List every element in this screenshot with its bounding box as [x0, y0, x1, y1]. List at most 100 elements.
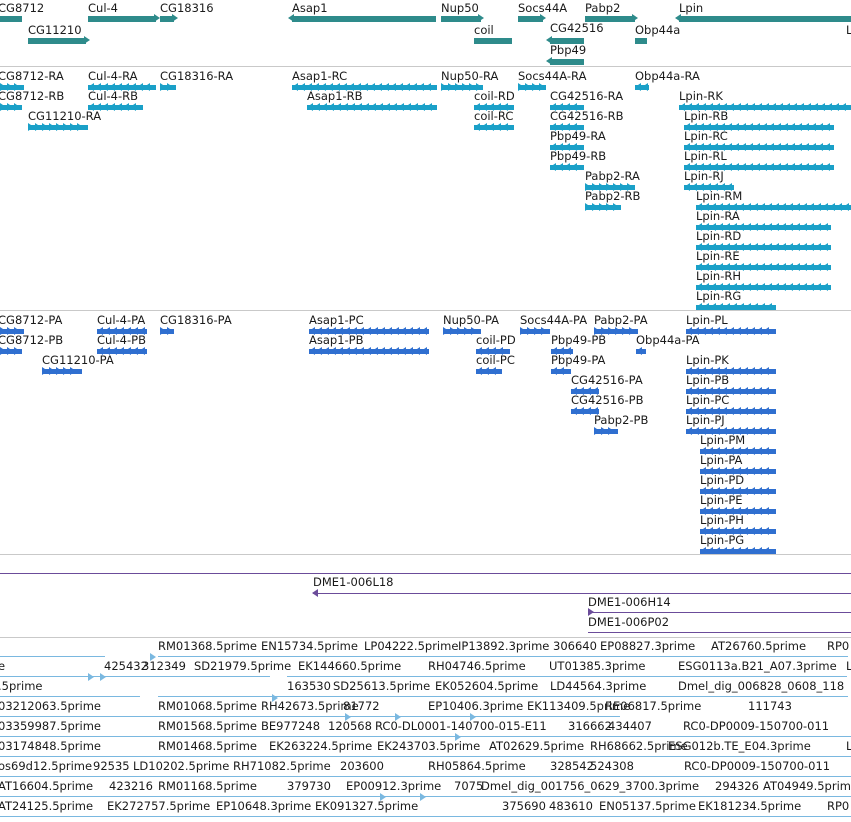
clone-label[interactable]: DME1-006L18 — [313, 576, 394, 589]
gene-label[interactable]: Lpin — [679, 2, 703, 15]
transcript-label[interactable]: Lpin-RD — [696, 230, 741, 243]
gene-label[interactable]: Pabp2 — [585, 2, 620, 15]
transcript-label[interactable]: Lpin-RA — [696, 210, 740, 223]
est-label[interactable]: 03174848.5prime — [0, 740, 101, 753]
est-label[interactable]: ESG012b.TE_E04.3prime — [668, 740, 811, 753]
gene-label[interactable]: CG42516 — [550, 22, 604, 35]
protein-label[interactable]: Pbp49-PA — [551, 354, 605, 367]
est-label[interactable]: IP13892.3prime — [458, 640, 549, 653]
est-label[interactable]: L — [846, 740, 851, 753]
protein-label[interactable]: Pbp49-PB — [551, 334, 606, 347]
est-label[interactable]: AT02629.5prime — [489, 740, 584, 753]
transcript-label[interactable]: CG42516-RA — [550, 90, 623, 103]
transcript-bar[interactable] — [474, 105, 514, 110]
protein-label[interactable]: Asap1-PC — [309, 314, 364, 327]
est-label[interactable]: Dmel_dig_001756_0629_3700.3prime — [481, 780, 699, 793]
protein-label[interactable]: CG8712-PB — [0, 334, 63, 347]
transcript-label[interactable]: Lpin-RM — [696, 190, 742, 203]
est-alignment[interactable] — [0, 776, 851, 777]
protein-label[interactable]: Lpin-PL — [686, 314, 728, 327]
transcript-label[interactable]: CG8712-RB — [0, 90, 64, 103]
transcript-label[interactable]: Lpin-RC — [684, 130, 728, 143]
est-label[interactable]: RC0-DP0009-150700-011 — [683, 720, 829, 733]
est-label[interactable]: RC0-DP0009-150700-011 — [684, 760, 830, 773]
transcript-label[interactable]: Pabp2-RA — [585, 170, 640, 183]
protein-label[interactable]: Lpin-PM — [700, 434, 745, 447]
transcript-label[interactable]: Lpin-RK — [679, 90, 723, 103]
est-label[interactable]: RM01368.5prime — [158, 640, 257, 653]
est-label[interactable]: 328542 — [550, 760, 594, 773]
protein-label[interactable]: Lpin-PJ — [686, 414, 725, 427]
protein-label[interactable]: Cul-4-PB — [97, 334, 146, 347]
gene-label[interactable]: Nup50 — [441, 2, 479, 15]
est-label[interactable]: 03212063.5prime — [0, 700, 101, 713]
est-label[interactable]: SD21979.5prime — [194, 660, 291, 673]
est-label[interactable]: RE06817.5prime — [605, 700, 701, 713]
protein-label[interactable]: Pabp2-PB — [594, 414, 648, 427]
est-alignment[interactable] — [0, 716, 620, 717]
est-label[interactable]: 81772 — [343, 700, 380, 713]
est-label[interactable]: RH04746.5prime — [428, 660, 526, 673]
clone-span[interactable] — [588, 612, 851, 613]
transcript-label[interactable]: CG42516-RB — [550, 110, 624, 123]
est-alignment[interactable] — [158, 656, 848, 657]
est-label[interactable]: 306640 — [553, 640, 597, 653]
gene-bar[interactable] — [585, 16, 635, 22]
transcript-label[interactable]: Socs44A-RA — [518, 70, 586, 83]
est-alignment[interactable] — [0, 816, 851, 817]
protein-label[interactable]: Lpin-PH — [700, 514, 744, 527]
transcript-label[interactable]: CG8712-RA — [0, 70, 64, 83]
transcript-label[interactable]: Lpin-RE — [696, 250, 740, 263]
protein-label[interactable]: CG18316-PA — [160, 314, 232, 327]
protein-label[interactable]: CG42516-PB — [571, 394, 644, 407]
est-label[interactable]: 312349 — [142, 660, 186, 673]
protein-label[interactable]: Lpin-PG — [700, 534, 744, 547]
genome-browser-viewport[interactable]: CG8712 CG11210 Cul-4 CG18316 Asap1 Nup50 coil S… — [0, 0, 851, 822]
protein-label[interactable]: CG11210-PA — [42, 354, 114, 367]
est-label[interactable]: UT01385.3prime — [549, 660, 646, 673]
transcript-label[interactable]: Lpin-RG — [696, 290, 741, 303]
est-alignment[interactable] — [0, 676, 270, 677]
protein-label[interactable]: coil-PC — [476, 354, 515, 367]
protein-label[interactable]: coil-PD — [476, 334, 516, 347]
est-alignment[interactable] — [287, 676, 847, 677]
est-label[interactable]: RM01468.5prime — [158, 740, 257, 753]
est-label[interactable]: EN05137.5prime — [599, 800, 696, 813]
transcript-label[interactable]: coil-RC — [474, 110, 513, 123]
est-label[interactable]: RM01068.5prime — [158, 700, 257, 713]
transcript-label[interactable]: CG11210-RA — [28, 110, 101, 123]
est-alignment[interactable] — [158, 696, 848, 697]
est-label[interactable]: e — [0, 660, 5, 673]
gene-bar[interactable] — [550, 59, 584, 65]
gene-label[interactable]: CG11210 — [28, 24, 82, 37]
clone-label[interactable]: DME1-006H14 — [588, 596, 671, 609]
est-label[interactable]: ESG0113a.B21_A07.3prime — [678, 660, 837, 673]
transcript-label[interactable]: Lpin-RB — [684, 110, 728, 123]
est-label[interactable]: EP08827.3prime — [600, 640, 695, 653]
est-label[interactable]: AT24125.5prime — [0, 800, 93, 813]
transcript-label[interactable]: Pbp49-RA — [550, 130, 606, 143]
gene-bar[interactable] — [679, 16, 851, 22]
protein-label[interactable]: Lpin-PD — [700, 474, 744, 487]
clone-span[interactable] — [313, 593, 851, 594]
transcript-label[interactable]: Obp44a-RA — [635, 70, 700, 83]
est-label[interactable]: 483610 — [549, 800, 593, 813]
est-label[interactable]: 294326 — [715, 780, 759, 793]
protein-label[interactable]: Lpin-PC — [686, 394, 729, 407]
transcript-label[interactable]: Pbp49-RB — [550, 150, 606, 163]
est-label[interactable]: LD10202.5prime — [133, 760, 229, 773]
est-label[interactable]: Dmel_dig_006828_0608_118 — [678, 680, 844, 693]
est-label[interactable]: EP00912.3prime — [346, 780, 441, 793]
transcript-label[interactable]: CG18316-RA — [160, 70, 233, 83]
est-alignment[interactable] — [0, 696, 140, 697]
transcript-label[interactable]: Lpin-RH — [696, 270, 741, 283]
est-label[interactable]: RC0-DL0001-140700-015-E11 — [375, 720, 547, 733]
gene-bar[interactable] — [474, 38, 512, 44]
est-label[interactable]: EP10648.3prime — [216, 800, 311, 813]
est-label[interactable]: AT26760.5prime — [711, 640, 806, 653]
est-label[interactable]: EK263224.5prime — [269, 740, 372, 753]
protein-label[interactable]: Pabp2-PA — [594, 314, 648, 327]
gene-bar[interactable] — [550, 38, 584, 44]
est-label[interactable]: EP10406.3prime — [428, 700, 523, 713]
est-label[interactable]: AT16604.5prime — [0, 780, 93, 793]
